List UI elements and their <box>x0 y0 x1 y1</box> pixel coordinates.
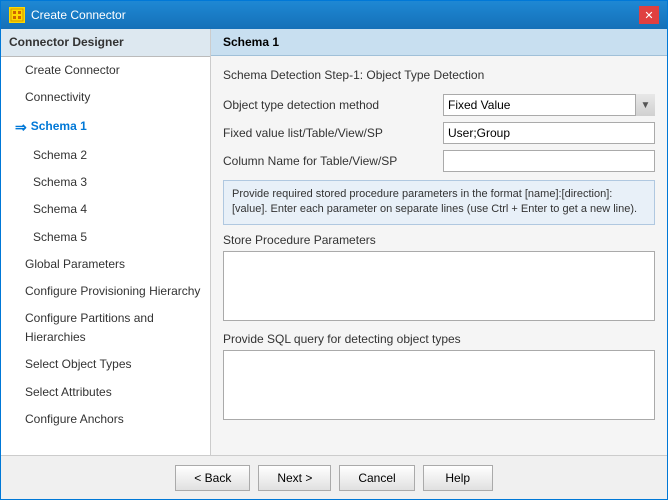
sidebar-item-configure-partitions[interactable]: Configure Partitions and Hierarchies <box>1 305 210 351</box>
fixed-value-label: Fixed value list/Table/View/SP <box>223 126 443 140</box>
content-area: Connector Designer Create Connector Conn… <box>1 29 667 455</box>
title-bar-left: Create Connector <box>9 7 126 23</box>
sql-query-label: Provide SQL query for detecting object t… <box>223 332 655 346</box>
column-name-input[interactable] <box>443 150 655 172</box>
column-name-label: Column Name for Table/View/SP <box>223 154 443 168</box>
column-name-row: Column Name for Table/View/SP <box>223 150 655 172</box>
detection-method-label: Object type detection method <box>223 98 443 112</box>
back-button[interactable]: < Back <box>175 465 250 491</box>
next-button[interactable]: Next > <box>258 465 331 491</box>
detection-method-select[interactable]: Fixed Value Table View Stored Procedure … <box>443 94 655 116</box>
sidebar-item-schema1[interactable]: ⇒ Schema 1 <box>1 112 210 142</box>
detection-method-row: Object type detection method Fixed Value… <box>223 94 655 116</box>
store-procedure-label: Store Procedure Parameters <box>223 233 655 247</box>
detection-method-control: Fixed Value Table View Stored Procedure … <box>443 94 655 116</box>
title-bar: Create Connector ✕ <box>1 1 667 29</box>
sidebar-item-schema4[interactable]: Schema 4 <box>1 196 210 223</box>
window-controls: ✕ <box>639 6 659 24</box>
fixed-value-row: Fixed value list/Table/View/SP <box>223 122 655 144</box>
panel-body: Schema Detection Step-1: Object Type Det… <box>211 56 667 455</box>
panel-header: Schema 1 <box>211 29 667 56</box>
sidebar-item-connectivity[interactable]: Connectivity <box>1 84 210 111</box>
fixed-value-input[interactable] <box>443 122 655 144</box>
close-button[interactable]: ✕ <box>639 6 659 24</box>
arrow-icon: ⇒ <box>15 116 27 138</box>
sidebar-item-select-object-types[interactable]: Select Object Types <box>1 351 210 378</box>
sidebar-item-configure-provisioning[interactable]: Configure Provisioning Hierarchy <box>1 278 210 305</box>
sidebar-item-select-attributes[interactable]: Select Attributes <box>1 379 210 406</box>
hint-text: Provide required stored procedure parame… <box>223 180 655 225</box>
cancel-button[interactable]: Cancel <box>339 465 414 491</box>
sidebar-item-configure-anchors[interactable]: Configure Anchors <box>1 406 210 433</box>
section-title: Schema Detection Step-1: Object Type Det… <box>223 68 655 82</box>
sidebar-item-schema5[interactable]: Schema 5 <box>1 224 210 251</box>
sidebar-item-schema3[interactable]: Schema 3 <box>1 169 210 196</box>
window-title: Create Connector <box>31 8 126 22</box>
sidebar: Connector Designer Create Connector Conn… <box>1 29 211 455</box>
store-procedure-textarea[interactable] <box>223 251 655 321</box>
sidebar-header: Connector Designer <box>1 29 210 57</box>
fixed-value-control <box>443 122 655 144</box>
help-button[interactable]: Help <box>423 465 493 491</box>
sidebar-item-global-parameters[interactable]: Global Parameters <box>1 251 210 278</box>
sidebar-item-schema2[interactable]: Schema 2 <box>1 142 210 169</box>
main-window: Create Connector ✕ Connector Designer Cr… <box>0 0 668 500</box>
app-icon <box>9 7 25 23</box>
main-panel: Schema 1 Schema Detection Step-1: Object… <box>211 29 667 455</box>
sql-query-textarea[interactable] <box>223 350 655 420</box>
footer: < Back Next > Cancel Help <box>1 455 667 499</box>
column-name-control <box>443 150 655 172</box>
sidebar-item-create-connector[interactable]: Create Connector <box>1 57 210 84</box>
detection-method-select-wrapper: Fixed Value Table View Stored Procedure … <box>443 94 655 116</box>
